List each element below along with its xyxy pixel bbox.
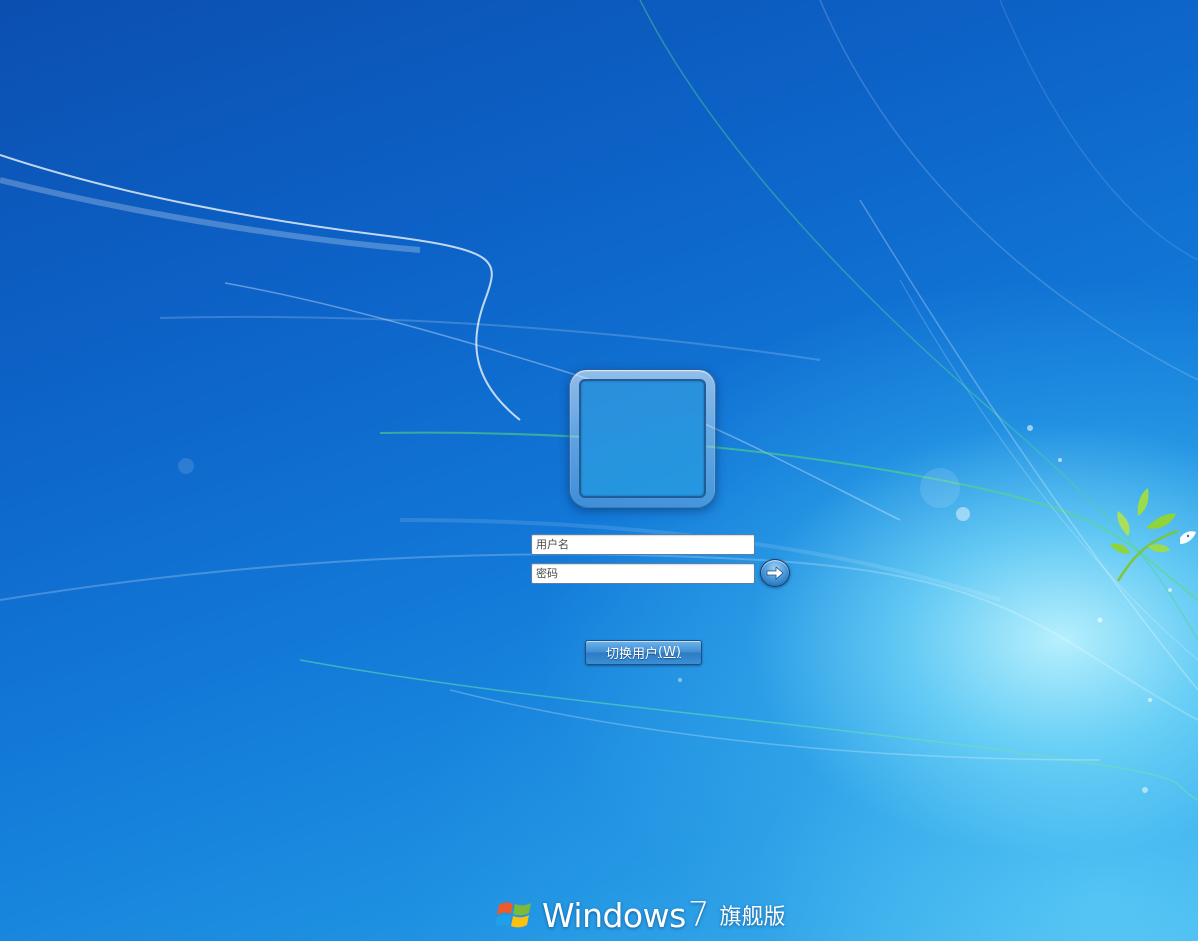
- windows-flag-icon: [496, 902, 531, 928]
- switch-user-label: 切换用户: [605, 647, 658, 662]
- brand-version: 7: [687, 895, 710, 935]
- bird-branch-icon: [1110, 488, 1196, 582]
- submit-button[interactable]: [760, 559, 790, 587]
- switch-user-accelerator: (W): [658, 645, 681, 660]
- username-input[interactable]: [531, 534, 755, 555]
- brand-edition: 旗舰版: [719, 905, 786, 930]
- user-avatar-frame: [569, 369, 716, 508]
- windows-branding: Windows 7 旗舰版: [496, 893, 785, 937]
- password-input[interactable]: [531, 563, 755, 584]
- user-avatar: [579, 379, 706, 498]
- brand-name: Windows: [542, 895, 686, 935]
- arrow-right-icon: [766, 566, 784, 580]
- switch-user-button[interactable]: 切换用户 (W): [585, 640, 702, 665]
